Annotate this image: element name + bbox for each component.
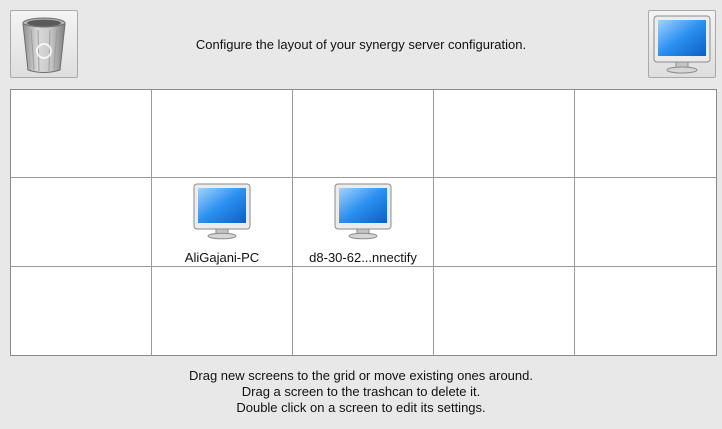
- help-line-trashcan: Drag a screen to the trashcan to delete …: [241, 384, 481, 399]
- new-screen-drag-source[interactable]: [648, 10, 716, 78]
- trash-icon: [22, 17, 66, 73]
- screen-name-label: AliGajani-PC: [184, 250, 260, 266]
- monitor-icon: [334, 183, 392, 240]
- configure-instruction: Configure the layout of your synergy ser…: [195, 37, 527, 52]
- grid-cell-0-2[interactable]: [293, 90, 434, 179]
- grid-cell-1-1[interactable]: AliGajani-PC: [152, 178, 293, 267]
- grid-cell-2-4[interactable]: [575, 266, 716, 355]
- screen-d8-30-62[interactable]: d8-30-62...nnectify: [293, 182, 433, 265]
- screen-name-label: d8-30-62...nnectify: [309, 250, 417, 266]
- screen-layout-grid[interactable]: AliGajani-PC d8-30-62...nnectify: [10, 89, 717, 356]
- grid-cell-0-0[interactable]: [11, 90, 152, 179]
- grid-cell-1-0[interactable]: [11, 178, 152, 267]
- monitor-icon: [653, 15, 711, 74]
- monitor-icon: [193, 183, 251, 240]
- grid-cell-2-3[interactable]: [434, 266, 575, 355]
- help-line-drag-screens: Drag new screens to the grid or move exi…: [189, 368, 533, 383]
- grid-cell-0-4[interactable]: [575, 90, 716, 179]
- grid-cell-1-4[interactable]: [575, 178, 716, 267]
- grid-cell-1-3[interactable]: [434, 178, 575, 267]
- grid-cell-0-1[interactable]: [152, 90, 293, 179]
- screen-aligajani-pc[interactable]: AliGajani-PC: [152, 182, 292, 265]
- grid-cell-2-2[interactable]: [293, 266, 434, 355]
- grid-cell-2-1[interactable]: [152, 266, 293, 355]
- help-text: Drag new screens to the grid or move exi…: [0, 368, 722, 416]
- help-line-double-click: Double click on a screen to edit its set…: [236, 400, 486, 415]
- grid-cell-0-3[interactable]: [434, 90, 575, 179]
- trash-can-drop-target[interactable]: [10, 10, 78, 78]
- grid-cell-1-2[interactable]: d8-30-62...nnectify: [293, 178, 434, 267]
- grid-cell-2-0[interactable]: [11, 266, 152, 355]
